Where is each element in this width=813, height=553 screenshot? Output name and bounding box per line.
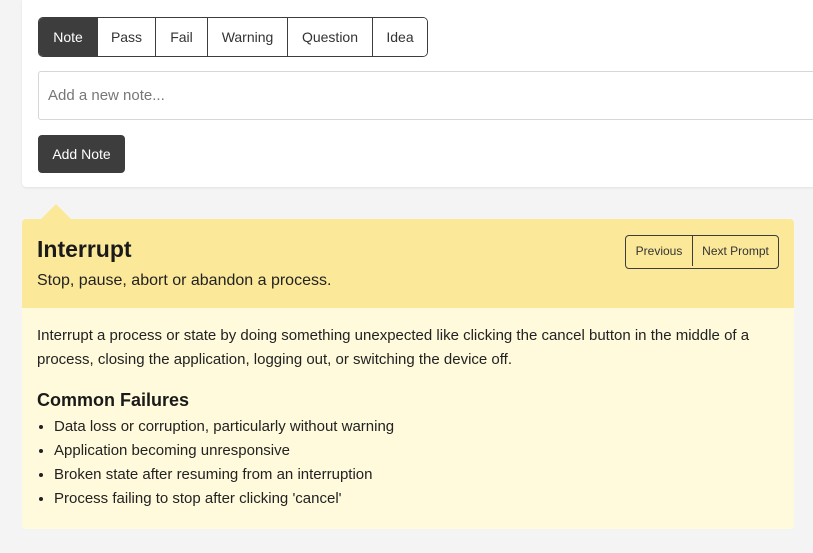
new-note-input[interactable]	[38, 71, 813, 120]
next-prompt-button[interactable]: Next Prompt	[692, 236, 778, 266]
note-panel: Note Pass Fail Warning Question Idea Add…	[22, 0, 813, 187]
prompt-description: Interrupt a process or state by doing so…	[37, 327, 750, 368]
note-type-fail-button[interactable]: Fail	[156, 18, 208, 56]
prompt-subtitle: Stop, pause, abort or abandon a process.	[37, 272, 332, 289]
note-type-warning-button[interactable]: Warning	[208, 18, 288, 56]
prompt-header: Interrupt Stop, pause, abort or abandon …	[22, 219, 794, 308]
note-type-selector: Note Pass Fail Warning Question Idea	[38, 17, 428, 57]
list-item: Process failing to stop after clicking '…	[54, 487, 779, 511]
list-item: Data loss or corruption, particularly wi…	[54, 415, 779, 439]
list-item: Application becoming unresponsive	[54, 439, 779, 463]
note-type-question-button[interactable]: Question	[288, 18, 373, 56]
common-failures-list: Data loss or corruption, particularly wi…	[37, 415, 779, 511]
previous-prompt-button[interactable]: Previous	[626, 236, 692, 266]
prompt-body: Interrupt a process or state by doing so…	[22, 308, 794, 511]
prompt-card: Interrupt Stop, pause, abort or abandon …	[22, 219, 794, 529]
list-item: Broken state after resuming from an inte…	[54, 463, 779, 487]
prompt-title: Interrupt	[37, 236, 132, 262]
add-note-button[interactable]: Add Note	[38, 135, 125, 173]
note-type-note-button[interactable]: Note	[39, 18, 98, 56]
prompt-pointer-arrow	[40, 204, 72, 220]
note-type-idea-button[interactable]: Idea	[373, 18, 427, 56]
common-failures-heading: Common Failures	[37, 390, 190, 410]
note-type-pass-button[interactable]: Pass	[98, 18, 156, 56]
prompt-navigation: Previous Next Prompt	[625, 235, 779, 269]
